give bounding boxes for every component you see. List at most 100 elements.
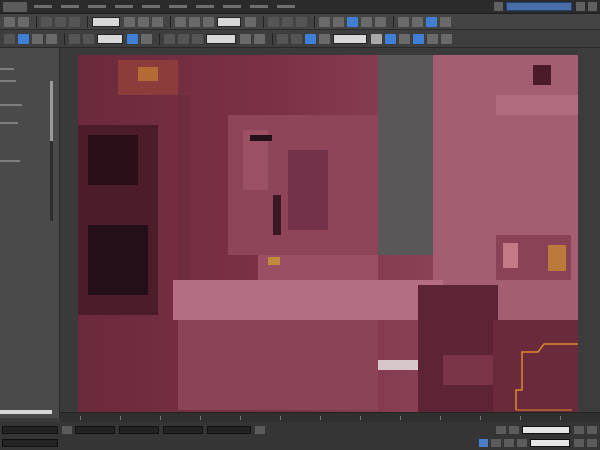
select-icon[interactable] bbox=[124, 16, 135, 27]
region-select-icon[interactable] bbox=[152, 16, 163, 27]
named-selection-dropdown[interactable] bbox=[206, 33, 236, 44]
pivot-icon[interactable] bbox=[245, 16, 256, 27]
help-icon[interactable] bbox=[441, 33, 452, 44]
layer-manager-icon[interactable] bbox=[347, 16, 358, 27]
panel-toggle-icon[interactable] bbox=[4, 33, 15, 44]
workspace-icon[interactable] bbox=[494, 2, 503, 11]
link-icon[interactable] bbox=[41, 16, 52, 27]
systems-icon[interactable] bbox=[192, 33, 203, 44]
menu-item-7[interactable] bbox=[193, 2, 217, 12]
curve-editor-icon[interactable] bbox=[361, 16, 372, 27]
add-time-tag-icon[interactable] bbox=[255, 426, 265, 434]
material-editor-icon[interactable] bbox=[398, 16, 409, 27]
menu-item-3[interactable] bbox=[85, 2, 109, 12]
freeze-icon[interactable] bbox=[254, 33, 265, 44]
current-frame-field[interactable] bbox=[530, 439, 570, 447]
align-icon[interactable] bbox=[333, 16, 344, 27]
viewport-camera-icon[interactable] bbox=[305, 33, 316, 44]
orbit-icon[interactable] bbox=[517, 439, 527, 447]
viewport-shading-icon[interactable] bbox=[291, 33, 302, 44]
key-filter-field[interactable] bbox=[522, 426, 570, 434]
ribbon-icon[interactable] bbox=[399, 33, 410, 44]
space-warps-icon[interactable] bbox=[178, 33, 189, 44]
scene-floor-highlight bbox=[378, 360, 418, 370]
viewport-right-gutter bbox=[578, 48, 600, 418]
geometry-icon[interactable] bbox=[69, 33, 80, 44]
select-by-name-icon[interactable] bbox=[138, 16, 149, 27]
menu-item-8[interactable] bbox=[220, 2, 244, 12]
settings-icon[interactable] bbox=[427, 33, 438, 44]
angle-snap-icon[interactable] bbox=[282, 16, 293, 27]
y-coordinate-field[interactable] bbox=[119, 426, 159, 434]
scene-explorer-icon[interactable] bbox=[385, 33, 396, 44]
script-listener-field[interactable] bbox=[2, 426, 58, 434]
time-config-icon[interactable] bbox=[574, 439, 584, 447]
schematic-view-icon[interactable] bbox=[375, 16, 386, 27]
perspective-viewport[interactable] bbox=[78, 55, 578, 412]
mirror-icon[interactable] bbox=[319, 16, 330, 27]
helpers-icon[interactable] bbox=[164, 33, 175, 44]
menu-item-10[interactable] bbox=[274, 2, 298, 12]
scale-icon[interactable] bbox=[203, 16, 214, 27]
viewport-layout-icon[interactable] bbox=[277, 33, 288, 44]
hierarchy-tab-icon[interactable] bbox=[46, 33, 57, 44]
render-icon[interactable] bbox=[426, 16, 437, 27]
rollout-header[interactable] bbox=[0, 160, 20, 162]
z-coordinate-field[interactable] bbox=[163, 426, 203, 434]
menu-item-1[interactable] bbox=[31, 2, 55, 12]
create-tab-icon[interactable] bbox=[18, 33, 29, 44]
reference-coordinate-dropdown[interactable] bbox=[217, 16, 241, 27]
lock-selection-icon[interactable] bbox=[62, 426, 72, 434]
timeline-tick bbox=[520, 416, 521, 420]
selection-filter-dropdown[interactable] bbox=[92, 16, 120, 27]
move-icon[interactable] bbox=[175, 16, 186, 27]
grid-icon[interactable] bbox=[371, 33, 382, 44]
auto-key-icon[interactable] bbox=[496, 426, 506, 434]
command-panel-footer-field[interactable] bbox=[0, 410, 52, 414]
set-key-icon[interactable] bbox=[509, 426, 519, 434]
undo-icon[interactable] bbox=[4, 16, 15, 27]
render-setup-icon[interactable] bbox=[412, 16, 423, 27]
unlink-icon[interactable] bbox=[55, 16, 66, 27]
zoom-icon[interactable] bbox=[491, 439, 501, 447]
script-icon[interactable] bbox=[413, 33, 424, 44]
menu-item-6[interactable] bbox=[166, 2, 190, 12]
render-frame-icon[interactable] bbox=[440, 16, 451, 27]
isolate-icon[interactable] bbox=[240, 33, 251, 44]
maximize-icon[interactable] bbox=[588, 2, 597, 11]
play-icon[interactable] bbox=[587, 426, 597, 434]
bind-icon[interactable] bbox=[69, 16, 80, 27]
redo-icon[interactable] bbox=[18, 16, 29, 27]
snap-icon[interactable] bbox=[268, 16, 279, 27]
rollout-header[interactable] bbox=[0, 104, 22, 106]
rollout-header[interactable] bbox=[0, 122, 18, 124]
timeline-track[interactable] bbox=[60, 412, 600, 422]
minimize-icon[interactable] bbox=[576, 2, 585, 11]
safe-frame-icon[interactable] bbox=[319, 33, 330, 44]
menu-item-5[interactable] bbox=[139, 2, 163, 12]
selection-lock-icon[interactable] bbox=[479, 439, 488, 447]
rollout-header[interactable] bbox=[0, 80, 16, 82]
modify-tab-icon[interactable] bbox=[32, 33, 43, 44]
lights-icon[interactable] bbox=[127, 33, 138, 44]
cameras-icon[interactable] bbox=[141, 33, 152, 44]
command-panel-scroll-thumb[interactable] bbox=[50, 81, 53, 141]
menu-item-4[interactable] bbox=[112, 2, 136, 12]
rollout-header[interactable] bbox=[0, 68, 14, 70]
percent-snap-icon[interactable] bbox=[296, 16, 307, 27]
x-coordinate-field[interactable] bbox=[75, 426, 115, 434]
command-panel-scrollbar[interactable] bbox=[50, 81, 53, 221]
pan-icon[interactable] bbox=[504, 439, 514, 447]
app-logo-icon[interactable] bbox=[3, 1, 27, 12]
workspace-selector[interactable] bbox=[506, 2, 572, 11]
display-mode-dropdown[interactable] bbox=[333, 33, 367, 44]
menu-item-9[interactable] bbox=[247, 2, 271, 12]
go-to-start-icon[interactable] bbox=[574, 426, 584, 434]
rotate-icon[interactable] bbox=[189, 16, 200, 27]
menu-item-2[interactable] bbox=[58, 2, 82, 12]
grid-size-field[interactable] bbox=[207, 426, 251, 434]
timeline-tick bbox=[320, 416, 321, 420]
shapes-icon[interactable] bbox=[83, 33, 94, 44]
object-type-dropdown[interactable] bbox=[97, 33, 123, 44]
maximize-viewport-icon[interactable] bbox=[587, 439, 597, 447]
